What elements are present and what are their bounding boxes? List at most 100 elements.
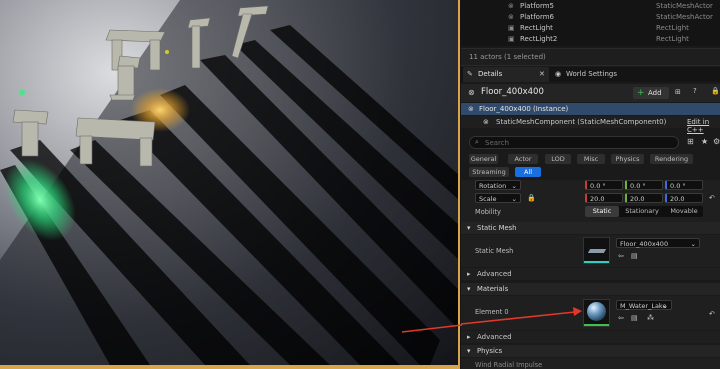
red-arrow-tail xyxy=(401,324,463,333)
grid-view-icon[interactable]: ⊞ xyxy=(687,137,694,146)
viewport-border-right xyxy=(458,0,460,369)
reset-material-icon[interactable]: ↶ xyxy=(709,310,715,318)
outliner-row-name: RectLight xyxy=(520,24,553,32)
advanced-label: Advanced xyxy=(477,270,512,278)
actor-count-text: 11 actors (1 selected) xyxy=(469,53,546,61)
rotation-x-field[interactable]: 0.0 ° xyxy=(585,180,623,190)
static-mesh-section-header[interactable]: ▾ Static Mesh xyxy=(461,222,720,234)
mobility-segmented-control: Static Stationary Movable xyxy=(585,206,703,217)
component-instance-row[interactable]: ⊗ Floor_400x400 (Instance) xyxy=(461,103,720,115)
static-mesh-thumbnail[interactable] xyxy=(583,237,610,264)
editor-side-panel: ⊗ Platform5 StaticMeshActor ⊗ Platform6 … xyxy=(461,0,720,369)
scale-x-field[interactable]: 20.0 xyxy=(585,193,623,203)
actor-header: ⊗ Floor_400x400 + Add ⊞ ? 🔒 xyxy=(461,84,720,102)
filter-lod[interactable]: LOD xyxy=(545,154,571,164)
physics-section-header[interactable]: ▾ Physics xyxy=(461,345,720,357)
chevron-down-icon: ⌄ xyxy=(690,240,696,248)
rotation-y-field[interactable]: 0.0 ° xyxy=(625,180,663,190)
transform-area: Rotation ⌄ 0.0 ° 0.0 ° 0.0 ° Scale ⌄ 🔒 2… xyxy=(461,180,720,222)
outliner-status-bar: 11 actors (1 selected) xyxy=(461,48,720,66)
tab-world-settings[interactable]: ◉ World Settings xyxy=(553,67,643,82)
rotation-z-field[interactable]: 0.0 ° xyxy=(665,180,703,190)
chevron-down-icon: ⌄ xyxy=(511,182,517,190)
level-viewport[interactable]: ✸ xyxy=(0,0,459,365)
static-mesh-value: Floor_400x400 xyxy=(620,240,669,248)
rect-light-icon: ▣ xyxy=(508,24,515,32)
actor-name-field[interactable]: Floor_400x400 xyxy=(481,87,544,97)
filter-physics[interactable]: Physics xyxy=(611,154,644,164)
static-mesh-icon: ⊗ xyxy=(508,2,514,10)
materials-section-header[interactable]: ▾ Materials xyxy=(461,283,720,295)
static-mesh-section-title: Static Mesh xyxy=(477,224,517,232)
material-value: M_Water_Lake xyxy=(620,302,667,310)
material-thumbnail[interactable] xyxy=(583,299,610,327)
outliner-row-name: Platform6 xyxy=(520,13,554,21)
lock-icon[interactable]: 🔒 xyxy=(711,87,720,95)
chevron-down-icon: ⌄ xyxy=(662,302,668,310)
browse-asset-icon[interactable]: ▤ xyxy=(631,314,638,322)
use-selected-icon[interactable]: ⇦ xyxy=(618,252,624,260)
outliner-row[interactable]: ▣ RectLight2 RectLight xyxy=(506,35,716,45)
component-instance-label: Floor_400x400 (Instance) xyxy=(479,105,569,113)
static-mesh-icon: ⊗ xyxy=(508,13,514,21)
add-component-button[interactable]: + Add xyxy=(633,87,669,99)
outliner-row-type: StaticMeshActor xyxy=(656,2,713,10)
component-child-row[interactable]: ⊗ StaticMeshComponent (StaticMeshCompone… xyxy=(461,116,720,134)
viewport-border-bottom xyxy=(0,365,460,369)
filter-rendering[interactable]: Rendering xyxy=(650,154,693,164)
scale-y-field[interactable]: 20.0 xyxy=(625,193,663,203)
scale-lock-icon[interactable]: 🔒 xyxy=(527,194,536,202)
mobility-static-option[interactable]: Static xyxy=(585,206,619,217)
material-options-icon[interactable]: ⁂ xyxy=(647,314,654,322)
close-tab-icon[interactable]: ✕ xyxy=(539,70,545,78)
chevron-down-icon: ⌄ xyxy=(511,195,517,203)
viewport-scene: ✸ xyxy=(0,0,459,365)
browse-asset-icon[interactable]: ▤ xyxy=(631,252,638,260)
search-icon: ⌕ xyxy=(475,138,479,146)
tab-details-label: Details xyxy=(478,70,503,78)
scale-z-field[interactable]: 20.0 xyxy=(665,193,703,203)
world-settings-icon: ◉ xyxy=(555,70,562,78)
filter-streaming[interactable]: Streaming xyxy=(469,167,509,177)
static-mesh-label: Static Mesh xyxy=(475,247,514,255)
static-mesh-property-row: Static Mesh Floor_400x400 ⌄ ⇦ ▤ xyxy=(461,235,720,267)
materials-section-title: Materials xyxy=(477,285,509,293)
static-mesh-picker[interactable]: Floor_400x400 ⌄ xyxy=(616,238,700,248)
static-mesh-icon: ⊗ xyxy=(468,105,474,113)
outliner-row-type: RectLight xyxy=(656,35,689,43)
outliner-row[interactable]: ⊗ Platform6 StaticMeshActor xyxy=(506,13,716,23)
material-element-label: Element 0 xyxy=(475,308,509,316)
outliner-list: ⊗ Platform5 StaticMeshActor ⊗ Platform6 … xyxy=(461,0,720,46)
outliner-row[interactable]: ▣ RectLight RectLight xyxy=(506,24,716,34)
filter-misc[interactable]: Misc xyxy=(577,154,605,164)
mobility-movable-option[interactable]: Movable xyxy=(665,206,703,217)
filter-all[interactable]: All xyxy=(515,167,541,177)
blueprint-icon[interactable]: ⊞ xyxy=(675,88,681,96)
rotation-dropdown[interactable]: Rotation ⌄ xyxy=(475,180,521,190)
gear-icon[interactable]: ⚙ xyxy=(713,137,720,146)
filter-general[interactable]: General xyxy=(469,154,498,164)
annotation-arrow-tail xyxy=(401,324,463,333)
edit-in-cpp-link[interactable]: Edit in C++ xyxy=(687,118,720,134)
reset-scale-icon[interactable]: ↶ xyxy=(709,194,715,202)
filter-actor[interactable]: Actor xyxy=(508,154,538,164)
scale-label: Scale xyxy=(479,195,497,203)
details-search-input[interactable]: ⌕ Search xyxy=(469,136,679,149)
outliner-row[interactable]: ⊗ Platform5 StaticMeshActor xyxy=(506,2,716,12)
chevron-right-icon: ▸ xyxy=(467,270,471,278)
material-sphere-icon xyxy=(587,302,606,321)
tab-details[interactable]: ✎ Details ✕ xyxy=(463,67,549,82)
static-mesh-advanced-row[interactable]: ▸ Advanced xyxy=(461,268,720,280)
material-picker[interactable]: M_Water_Lake ⌄ xyxy=(616,300,672,310)
scale-dropdown[interactable]: Scale ⌄ xyxy=(475,193,521,203)
wind-radial-impulse-label: Wind Radial Impulse xyxy=(475,361,543,369)
outliner-row-type: StaticMeshActor xyxy=(656,13,713,21)
rect-light-icon: ▣ xyxy=(508,35,515,43)
static-mesh-icon: ⊗ xyxy=(468,88,475,97)
help-icon[interactable]: ? xyxy=(693,87,697,95)
mobility-stationary-option[interactable]: Stationary xyxy=(621,206,663,217)
star-icon[interactable]: ★ xyxy=(701,137,708,146)
use-selected-icon[interactable]: ⇦ xyxy=(618,314,624,322)
rotation-label: Rotation xyxy=(479,182,507,190)
search-placeholder: Search xyxy=(485,139,510,147)
